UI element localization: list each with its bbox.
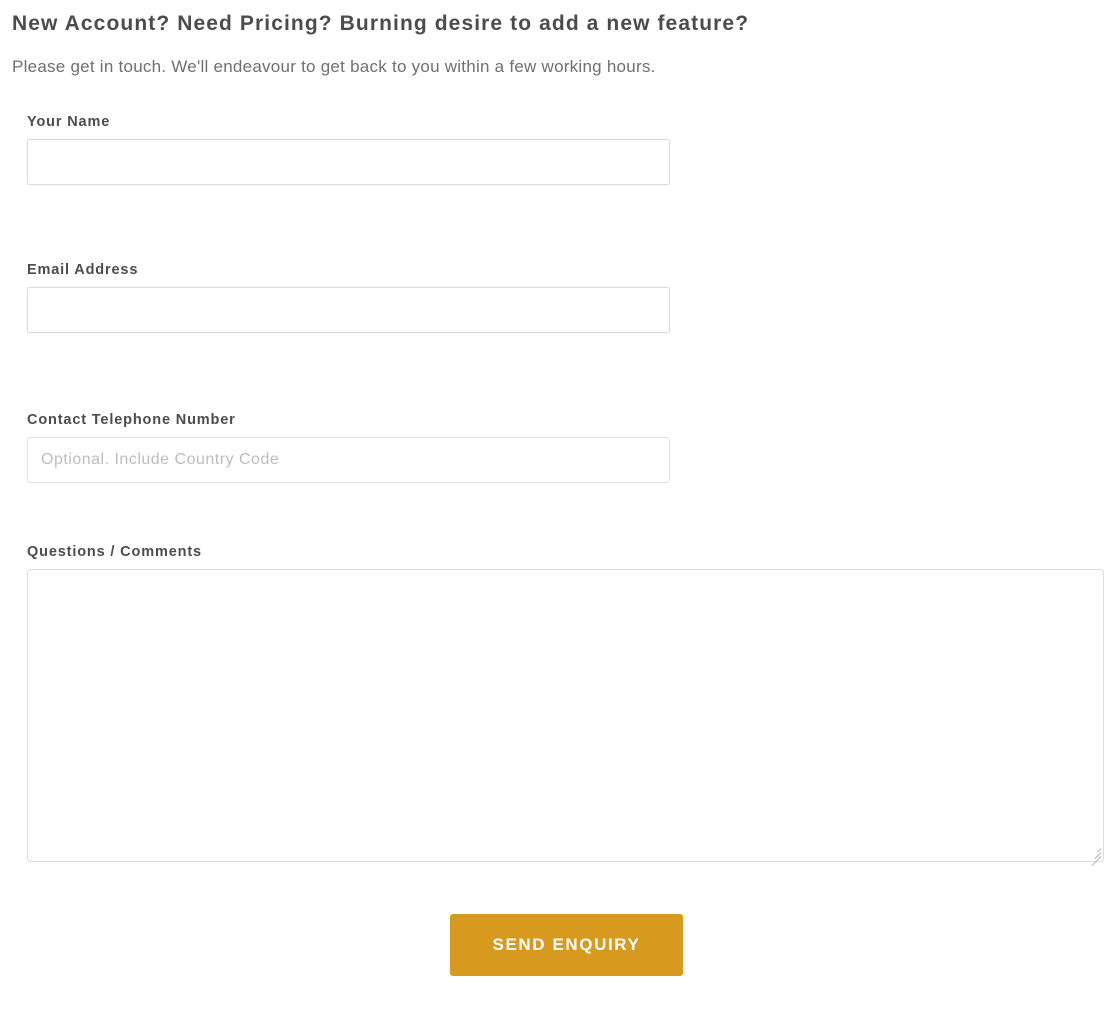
your-name-input[interactable] — [27, 139, 670, 186]
label-your-name: Your Name — [27, 114, 111, 131]
enquiry-form: Your Name Email Address Contact Telephon… — [0, 114, 1108, 977]
field-questions-comments: Questions / Comments — [0, 544, 1108, 867]
page-title: New Account? Need Pricing? Burning desir… — [12, 12, 750, 35]
label-email-address: Email Address — [27, 262, 139, 279]
send-enquiry-button[interactable]: Send Enquiry — [450, 914, 683, 977]
page-subtitle: Please get in touch. We'll endeavour to … — [12, 57, 656, 77]
label-contact-telephone-number: Contact Telephone Number — [27, 412, 236, 429]
email-address-input[interactable] — [27, 287, 670, 334]
field-contact-telephone-number: Contact Telephone Number — [0, 412, 1108, 484]
field-email-address: Email Address — [0, 262, 1108, 334]
label-questions-comments: Questions / Comments — [27, 544, 202, 561]
questions-comments-textarea[interactable] — [27, 569, 1104, 863]
field-your-name: Your Name — [0, 114, 1108, 186]
submit-row: Send Enquiry — [0, 914, 1108, 977]
questions-comments-wrapper — [27, 569, 1104, 867]
contact-enquiry-page: New Account? Need Pricing? Burning desir… — [0, 0, 1108, 1010]
contact-telephone-number-input[interactable] — [27, 437, 670, 484]
